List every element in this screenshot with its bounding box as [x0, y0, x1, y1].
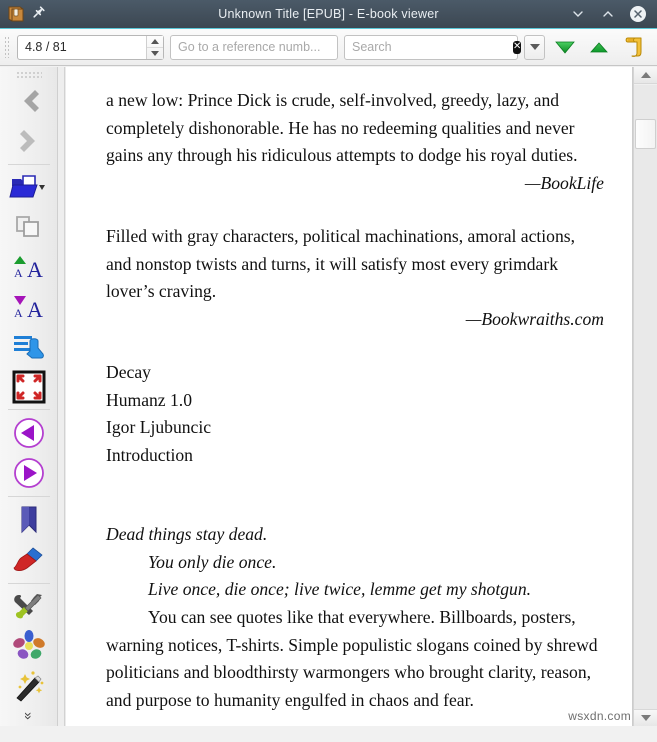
reference-input[interactable]: [171, 36, 337, 59]
sidebar-item-previous-page[interactable]: [3, 413, 55, 453]
epigraph-line-1: Dead things stay dead.: [106, 521, 604, 549]
sidebar-item-increase-font[interactable]: A A: [3, 247, 55, 287]
yellow-scroll-icon[interactable]: [619, 32, 647, 62]
window-controls: [537, 5, 657, 23]
watermark-label: wsxdn.com: [568, 709, 631, 723]
sidebar-item-fullscreen[interactable]: [3, 367, 55, 407]
vertical-scrollbar[interactable]: [633, 67, 657, 726]
sidebar-separator: [8, 164, 50, 165]
position-input[interactable]: [18, 36, 136, 59]
clear-search-icon[interactable]: ✕: [513, 41, 521, 54]
position-spinner-buttons[interactable]: [146, 36, 163, 59]
epigraph-line-2: You only die once.: [106, 549, 604, 577]
tool-sidebar: A A A A: [0, 67, 58, 726]
review-paragraph-1: a new low: Prince Dick is crude, self-in…: [106, 87, 604, 170]
epigraph-line-3-text: Live once, die once; live twice, lemme g…: [148, 579, 531, 599]
search-input[interactable]: [345, 36, 513, 59]
sidebar-item-bookmark[interactable]: [3, 500, 55, 540]
body-paragraph-1: You can see quotes like that everywhere.…: [106, 604, 604, 714]
toolbar-drag-handle[interactable]: [4, 36, 11, 58]
book-series-line: Humanz 1.0: [106, 387, 604, 415]
epigraph-line-2-text: You only die once.: [148, 552, 276, 572]
close-icon[interactable]: [629, 5, 647, 23]
sidebar-separator: [8, 496, 50, 497]
sidebar-item-forward[interactable]: [3, 121, 55, 161]
book-section-line: Introduction: [106, 442, 604, 470]
book-page[interactable]: a new low: Prince Dick is crude, self-in…: [66, 67, 633, 726]
find-previous-button[interactable]: [585, 32, 613, 62]
search-field[interactable]: ✕: [344, 35, 518, 60]
paragraph-spacer: [106, 197, 604, 223]
position-increment-button[interactable]: [147, 36, 163, 48]
sidebar-item-next-page[interactable]: [3, 453, 55, 493]
paragraph-spacer: [106, 469, 604, 495]
sidebar-item-inspector[interactable]: [3, 627, 55, 667]
sidebar-item-decrease-font[interactable]: A A: [3, 287, 55, 327]
sidebar-item-back[interactable]: [3, 81, 55, 121]
position-decrement-button[interactable]: [147, 48, 163, 59]
find-next-button[interactable]: [551, 32, 579, 62]
titlebar-left-icons: [0, 4, 120, 24]
sidebar-item-open-book[interactable]: [3, 168, 55, 208]
sidebar-drag-handle[interactable]: [16, 71, 42, 78]
position-spinner[interactable]: [17, 35, 164, 60]
svg-text:A: A: [14, 266, 23, 280]
page-gutter: [58, 67, 65, 726]
sidebar-item-table-of-contents[interactable]: [3, 327, 55, 367]
sidebar-item-copy[interactable]: [3, 207, 55, 247]
paragraph-spacer: [106, 495, 604, 521]
review-paragraph-2: Filled with gray characters, political m…: [106, 223, 604, 306]
scroll-up-arrow-icon[interactable]: [634, 67, 657, 84]
main-toolbar: ✕: [0, 28, 657, 66]
svg-text:A: A: [14, 306, 23, 320]
sidebar-separator: [8, 583, 50, 584]
sidebar-overflow-button[interactable]: »: [19, 690, 39, 742]
book-title-line: Decay: [106, 359, 604, 387]
minimize-icon[interactable]: [569, 5, 587, 23]
pin-icon[interactable]: [32, 5, 46, 24]
scrollbar-track[interactable]: [634, 85, 657, 709]
title-block: Decay Humanz 1.0 Igor Ljubuncic Introduc…: [106, 359, 604, 469]
attribution-bookwraiths: —Bookwraiths.com: [106, 306, 604, 334]
window-titlebar: Unknown Title [EPUB] - E-book viewer: [0, 0, 657, 28]
book-icon: [6, 4, 26, 24]
scrollbar-thumb[interactable]: [635, 119, 656, 149]
book-author-line: Igor Ljubuncic: [106, 414, 604, 442]
sidebar-item-highlight[interactable]: [3, 540, 55, 580]
sidebar-separator: [8, 409, 50, 410]
paragraph-spacer: [106, 333, 604, 359]
maximize-icon[interactable]: [599, 5, 617, 23]
scroll-down-arrow-icon[interactable]: [634, 709, 657, 726]
svg-text:A: A: [27, 297, 43, 322]
page-content: a new low: Prince Dick is crude, self-in…: [66, 67, 632, 714]
window-title: Unknown Title [EPUB] - E-book viewer: [120, 7, 537, 21]
svg-text:A: A: [27, 257, 43, 282]
attribution-booklife: —BookLife: [106, 170, 604, 198]
reference-field[interactable]: [170, 35, 338, 60]
search-history-dropdown[interactable]: [524, 35, 545, 60]
epigraph-line-3: Live once, die once; live twice, lemme g…: [106, 576, 604, 604]
body-paragraph-1-text: You can see quotes like that everywhere.…: [106, 607, 598, 710]
sidebar-item-preferences[interactable]: [3, 587, 55, 627]
document-area: a new low: Prince Dick is crude, self-in…: [58, 67, 657, 726]
